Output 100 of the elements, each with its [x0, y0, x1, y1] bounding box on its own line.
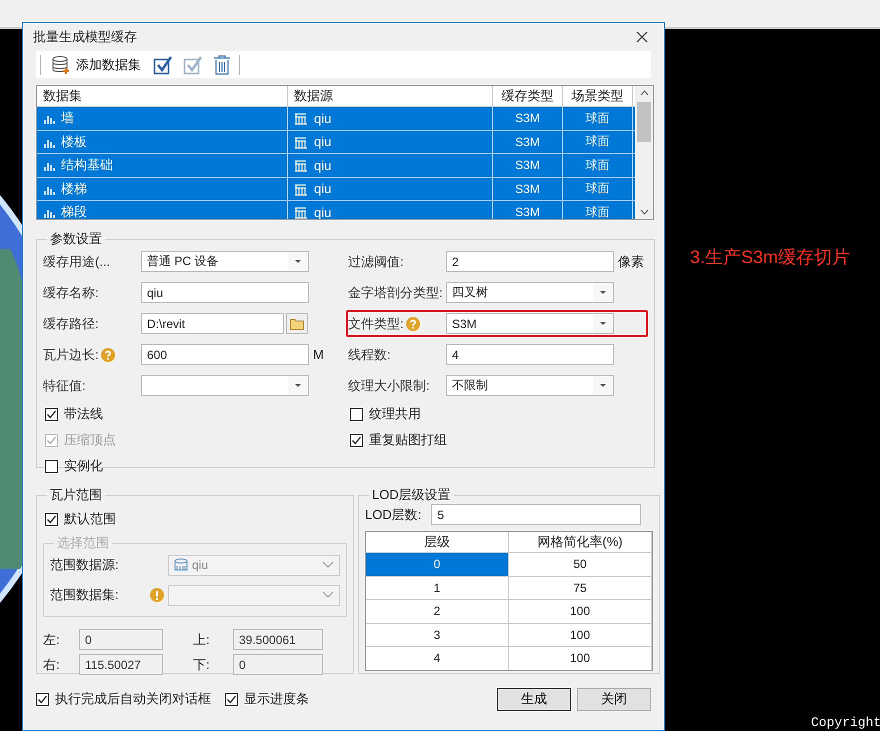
- datasource-icon: [174, 558, 188, 572]
- datasource-name: qiu: [314, 134, 332, 150]
- input-field[interactable]: D:\revit: [141, 313, 284, 334]
- field-label: 过滤阈值:: [348, 252, 404, 270]
- dropdown[interactable]: 普通 PC 设备: [141, 251, 309, 272]
- dataset-name: 楼板: [61, 132, 87, 151]
- field-label: 金字塔剖分类型:: [348, 284, 443, 302]
- checkbox[interactable]: [350, 434, 363, 446]
- scene-type-cell: 球面: [563, 130, 633, 153]
- copyright-text: Copyright: [811, 715, 880, 730]
- field-label: 左:: [43, 630, 61, 648]
- input-field[interactable]: 2: [446, 251, 614, 272]
- dataset-row[interactable]: 结构基础 qiu S3M 球面: [37, 154, 635, 178]
- scene-type-cell: 球面: [563, 154, 633, 176]
- field-label: 右:: [43, 656, 61, 674]
- dataset-row[interactable]: 楼板 qiu S3M 球面: [37, 130, 635, 154]
- checkbox[interactable]: [350, 408, 363, 420]
- dataset-name: 楼梯: [61, 180, 87, 198]
- field-label: 文件类型:: [348, 314, 404, 332]
- checkbox[interactable]: [45, 512, 58, 526]
- field-label: 缓存用途(...: [43, 252, 110, 270]
- input-field[interactable]: 115.50027: [79, 654, 163, 675]
- close-icon[interactable]: [636, 31, 648, 43]
- level-cell[interactable]: 4: [366, 647, 509, 670]
- dataset-row[interactable]: 墙 qiu S3M 球面: [37, 107, 635, 130]
- group-title: LOD层级设置: [371, 486, 452, 504]
- dataset-row[interactable]: 楼梯 qiu S3M 球面: [37, 178, 635, 201]
- input-field[interactable]: 5: [431, 504, 642, 525]
- dropdown[interactable]: 不限制: [446, 375, 614, 396]
- rate-cell[interactable]: 100: [509, 600, 652, 622]
- field-label: 特征值:: [43, 376, 86, 394]
- datasource-name: qiu: [314, 158, 332, 173]
- rate-cell[interactable]: 100: [509, 624, 652, 646]
- browse-button[interactable]: [286, 313, 308, 334]
- field-label: 范围数据集:: [50, 586, 120, 604]
- checkbox[interactable]: [36, 692, 49, 706]
- delete-icon[interactable]: [213, 54, 231, 74]
- dataset-name: 墙: [61, 109, 74, 128]
- input-field[interactable]: qiu: [141, 282, 309, 303]
- checkbox[interactable]: [45, 408, 58, 420]
- field-label: 上:: [193, 630, 211, 648]
- checkbox-icon[interactable]: [183, 54, 203, 74]
- checkbox[interactable]: [45, 460, 58, 472]
- checkbox-label: 实例化: [64, 457, 103, 475]
- scroll-thumb[interactable]: [637, 102, 651, 142]
- generate-button[interactable]: 生成: [497, 688, 571, 710]
- annotation-text: 3.生产S3m缓存切片: [690, 246, 852, 269]
- checkbox-label: 压缩顶点: [64, 431, 116, 449]
- group-title: 选择范围: [56, 534, 110, 552]
- dropdown[interactable]: 四叉树: [446, 282, 614, 303]
- column-header[interactable]: 数据源: [288, 86, 493, 106]
- chevron-icon: [322, 561, 334, 569]
- level-cell[interactable]: 1: [366, 576, 509, 599]
- scene-type-cell: 球面: [563, 107, 633, 130]
- column-header[interactable]: 缓存类型: [493, 86, 563, 106]
- datasource-icon: [294, 158, 308, 172]
- scroll-down-icon[interactable]: [640, 209, 648, 215]
- checkbox[interactable]: [225, 692, 238, 706]
- select-all-icon[interactable]: [153, 54, 173, 74]
- field-label: 范围数据源:: [50, 556, 120, 574]
- input-field[interactable]: 39.500061: [233, 629, 323, 650]
- scroll-up-icon[interactable]: [640, 90, 648, 96]
- database-add-icon: [51, 54, 71, 74]
- field-label: 缓存名称:: [43, 284, 99, 302]
- level-cell[interactable]: 0: [366, 553, 509, 576]
- add-dataset-button[interactable]: 添加数据集: [47, 54, 145, 74]
- cache-type-cell: S3M: [493, 201, 563, 219]
- input-field[interactable]: 600: [141, 344, 309, 365]
- cache-type-cell: S3M: [493, 178, 563, 200]
- close-button[interactable]: 关闭: [577, 688, 651, 710]
- checkbox-label: 执行完成后自动关闭对话框: [55, 690, 211, 708]
- unit-label: 像素: [618, 252, 644, 270]
- column-header: 网格简化率(%): [509, 532, 652, 552]
- scene-type-cell: 球面: [563, 201, 633, 219]
- group-title: 瓦片范围: [49, 486, 103, 504]
- field-label: 纹理大小限制:: [348, 376, 430, 394]
- dialog-title: 批量生成模型缓存: [33, 28, 137, 46]
- cache-type-cell: S3M: [493, 130, 563, 153]
- checkbox-label: 显示进度条: [244, 690, 309, 708]
- field-label: 瓦片边长:: [43, 346, 99, 364]
- column-header[interactable]: 数据集: [37, 86, 288, 106]
- input-field[interactable]: 0: [79, 629, 163, 650]
- input-field[interactable]: 4: [446, 344, 614, 365]
- dropdown[interactable]: S3M: [446, 313, 614, 334]
- level-cell[interactable]: 3: [366, 624, 509, 646]
- scene-type-cell: 球面: [563, 178, 633, 200]
- column-header[interactable]: 场景类型: [563, 86, 633, 106]
- rate-cell[interactable]: 75: [509, 576, 652, 599]
- dataset-name: 梯段: [61, 203, 87, 219]
- field-label: 下:: [193, 656, 211, 674]
- unit-label: M: [313, 347, 324, 362]
- field-label: LOD层数:: [365, 506, 422, 524]
- datasource-icon: [294, 134, 308, 149]
- level-cell[interactable]: 2: [366, 600, 509, 622]
- field-label: 线程数:: [348, 346, 391, 364]
- input-field[interactable]: 0: [233, 654, 323, 675]
- rate-cell[interactable]: 100: [509, 647, 652, 670]
- group-title: 参数设置: [49, 230, 103, 248]
- rate-cell[interactable]: 50: [509, 553, 652, 576]
- scrollbar[interactable]: [635, 86, 653, 219]
